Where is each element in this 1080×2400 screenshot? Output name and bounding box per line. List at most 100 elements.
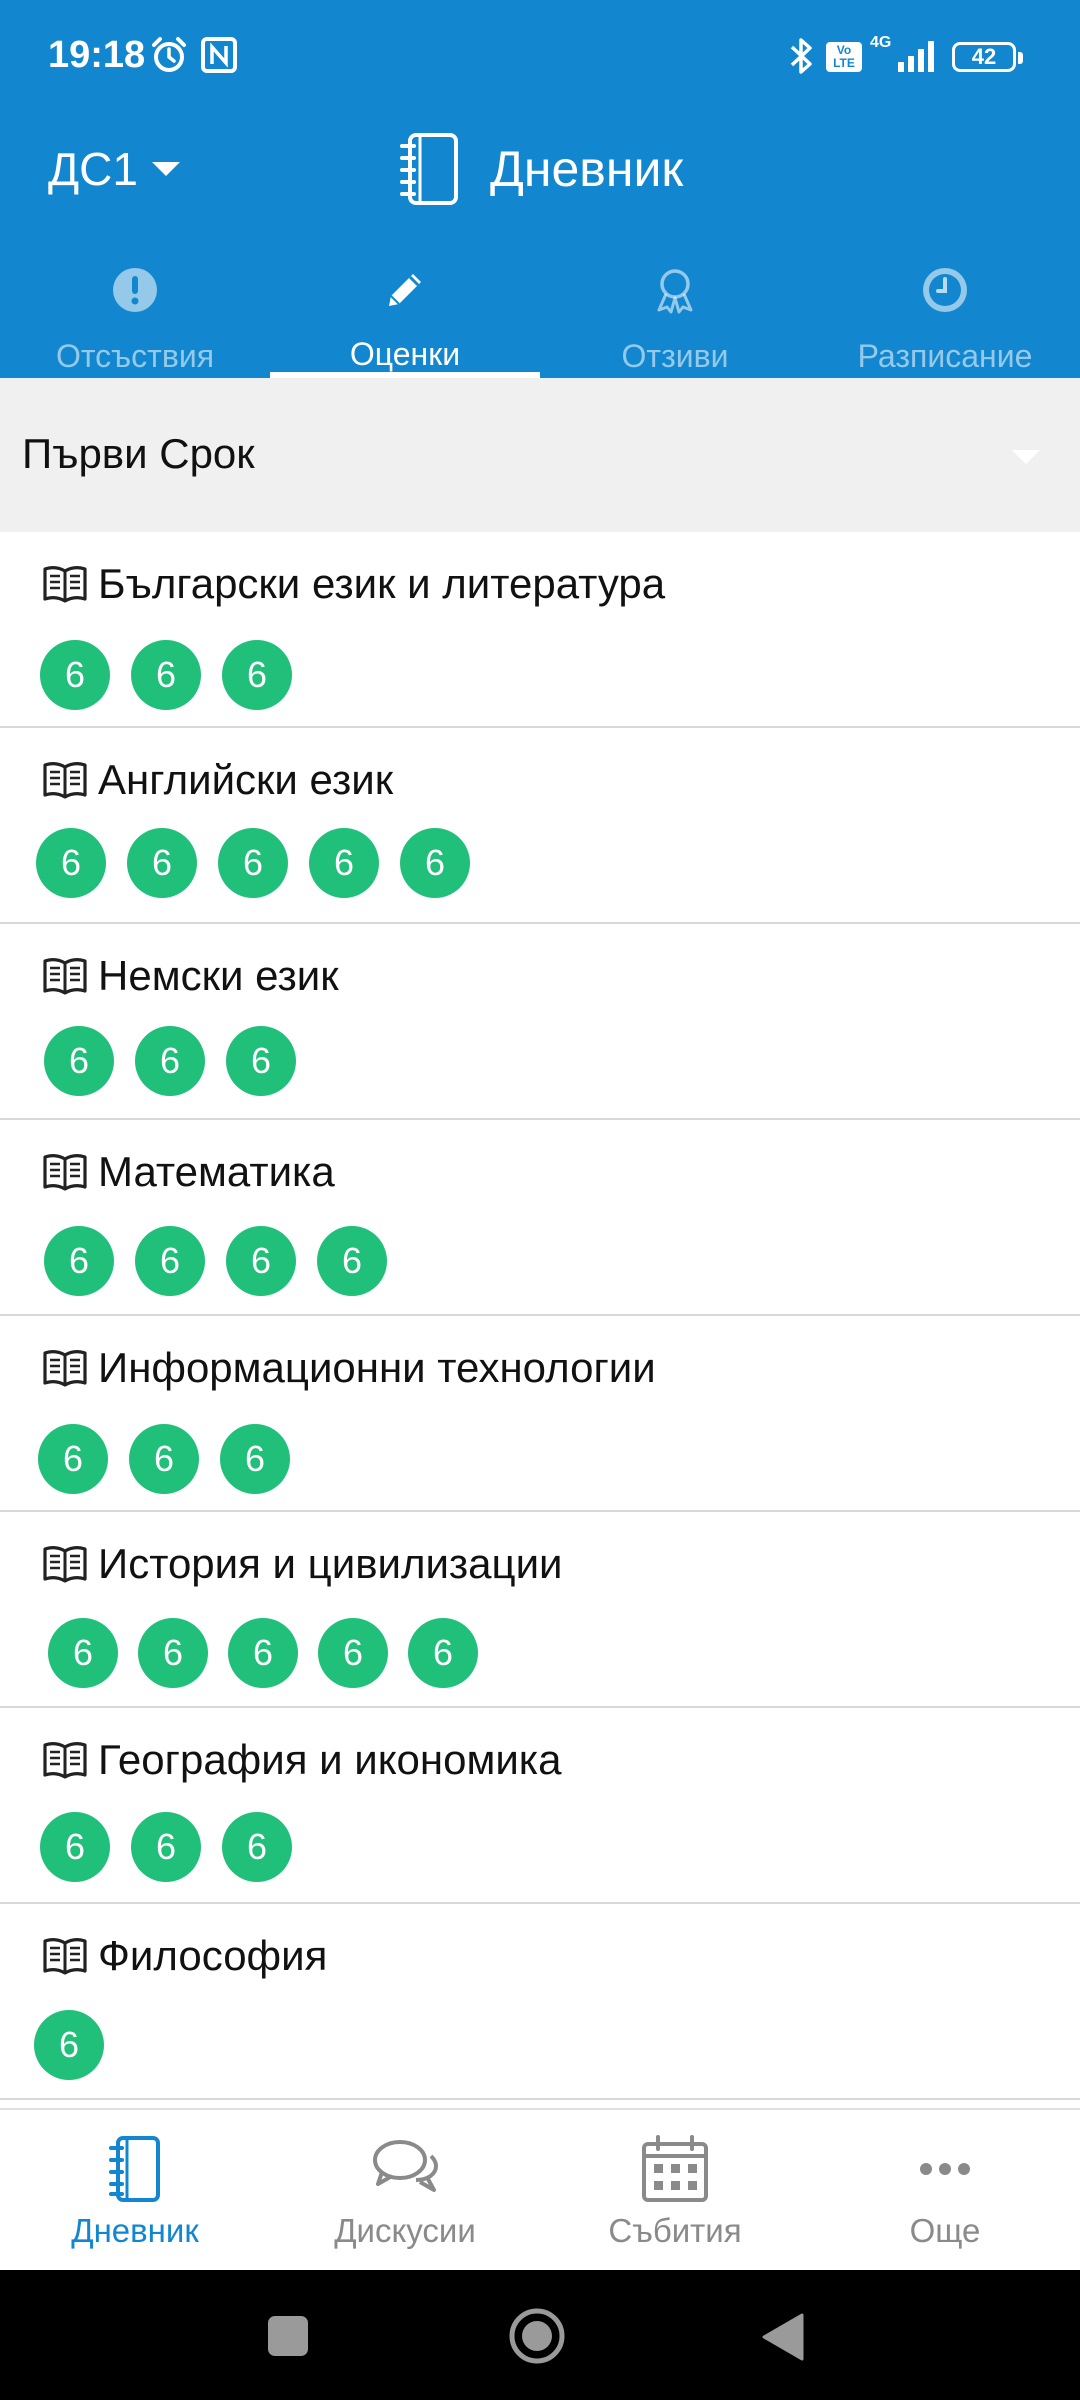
class-selector[interactable]: ДС1	[48, 142, 180, 196]
nav-discussions[interactable]: Дискусии	[270, 2110, 540, 2270]
tab-absences[interactable]: Отсъствия	[0, 262, 270, 378]
subject-row[interactable]: Математика 6 6 6 6	[0, 1120, 1080, 1316]
grade-list: 666	[0, 1026, 1080, 1096]
nav-label: Дискусии	[334, 2212, 476, 2249]
signal-icon	[898, 41, 934, 72]
grade-badge[interactable]: 6	[36, 828, 106, 898]
alarm-icon	[152, 37, 186, 72]
subject-name: Английски език	[98, 756, 394, 803]
tab-label: Оценки	[349, 336, 461, 372]
subject-header: Английски език	[42, 756, 393, 804]
calendar-icon	[642, 2135, 708, 2202]
grade-list: 666	[0, 1424, 1080, 1494]
grade-badge[interactable]: 6	[218, 828, 288, 898]
status-time: 19:18	[48, 34, 146, 76]
nav-events[interactable]: Събития	[540, 2110, 810, 2270]
caret-down-icon	[1012, 450, 1040, 464]
nav-more[interactable]: Още	[810, 2110, 1080, 2270]
grade-badge[interactable]: 6	[220, 1424, 290, 1494]
notebook-icon	[109, 2136, 160, 2202]
page-title: Дневник	[490, 141, 684, 197]
grade-badge[interactable]: 6	[135, 1226, 205, 1296]
grade-list: 666	[0, 640, 1080, 710]
term-selector[interactable]: Първи Срок	[0, 378, 1080, 532]
subject-row[interactable]: Немски език 6 6 6	[0, 924, 1080, 1120]
system-navigation-bar	[0, 2270, 1080, 2400]
grade-list: 6	[0, 2010, 1080, 2080]
grade-badge[interactable]: 6	[44, 1226, 114, 1296]
grade-badge[interactable]: 6	[226, 1026, 296, 1096]
tab-bar: Отсъствия Оценки Отзиви Разписание	[0, 262, 1080, 378]
grade-badge[interactable]: 6	[44, 1026, 114, 1096]
caret-down-icon	[151, 162, 180, 176]
grade-badge[interactable]: 6	[318, 1618, 388, 1688]
grade-badge[interactable]: 6	[408, 1618, 478, 1688]
grade-badge[interactable]: 6	[317, 1226, 387, 1296]
book-icon	[42, 1933, 88, 1979]
back-icon[interactable]	[760, 2312, 806, 2362]
subject-row[interactable]: Български език и литература 6 6 6	[0, 532, 1080, 728]
grade-badge[interactable]: 6	[129, 1424, 199, 1494]
recent-apps-icon[interactable]	[266, 2314, 310, 2358]
subject-name: Математика	[98, 1148, 335, 1195]
bottom-navigation: Дневник Дискусии Събития Още	[0, 2108, 1080, 2270]
pencil-icon	[389, 274, 421, 306]
nav-label: Дневник	[71, 2212, 199, 2249]
app-title-group: Дневник	[398, 132, 683, 206]
term-label: Първи Срок	[22, 430, 255, 477]
tab-label: Отсъствия	[55, 338, 215, 374]
book-icon	[42, 1737, 88, 1783]
grade-list: 6666	[0, 1226, 1080, 1296]
grade-badge[interactable]: 6	[135, 1026, 205, 1096]
subject-row[interactable]: Философия 6	[0, 1904, 1080, 2100]
grade-badge[interactable]: 6	[131, 1812, 201, 1882]
grade-badge[interactable]: 6	[226, 1226, 296, 1296]
subject-row[interactable]: Английски език 6 6 6 6 6	[0, 728, 1080, 924]
grade-badge[interactable]: 6	[40, 640, 110, 710]
grade-badge[interactable]: 6	[34, 2010, 104, 2080]
subject-header: История и цивилизации	[42, 1540, 563, 1588]
nfc-icon	[201, 37, 237, 73]
subject-name: История и цивилизации	[98, 1540, 563, 1587]
book-icon	[42, 1541, 88, 1587]
subject-header: Български език и литература	[42, 560, 665, 608]
subject-name: География и икономика	[98, 1736, 562, 1783]
subject-row[interactable]: История и цивилизации 6 6 6 6 6	[0, 1512, 1080, 1708]
tab-schedule[interactable]: Разписание	[810, 262, 1080, 378]
book-icon	[42, 1149, 88, 1195]
grade-list: 666	[0, 1812, 1080, 1882]
grade-badge[interactable]: 6	[127, 828, 197, 898]
subject-header: Информационни технологии	[42, 1344, 656, 1392]
tab-feedback[interactable]: Отзиви	[540, 262, 810, 378]
subject-header: География и икономика	[42, 1736, 561, 1784]
subject-name: Философия	[98, 1932, 328, 1979]
exclamation-icon	[113, 268, 157, 312]
grade-badge[interactable]: 6	[40, 1812, 110, 1882]
grade-badge[interactable]: 6	[138, 1618, 208, 1688]
subject-name: Информационни технологии	[98, 1344, 656, 1391]
grade-badge[interactable]: 6	[131, 640, 201, 710]
grade-badge[interactable]: 6	[38, 1424, 108, 1494]
ribbon-award-icon	[657, 269, 693, 314]
tab-grades[interactable]: Оценки	[270, 262, 540, 378]
bluetooth-icon	[790, 38, 812, 74]
subject-header: Философия	[42, 1932, 327, 1980]
grade-badge[interactable]: 6	[48, 1618, 118, 1688]
grade-badge[interactable]: 6	[309, 828, 379, 898]
battery-indicator: 42	[952, 42, 1023, 72]
tab-label: Разписание	[857, 338, 1033, 374]
book-icon	[42, 757, 88, 803]
grade-badge[interactable]: 6	[222, 640, 292, 710]
subject-name: Български език и литература	[98, 560, 666, 607]
subject-row[interactable]: География и икономика 6 6 6	[0, 1708, 1080, 1904]
home-icon[interactable]	[508, 2307, 566, 2365]
clock-icon	[923, 268, 967, 312]
grade-badge[interactable]: 6	[400, 828, 470, 898]
subject-row[interactable]: Информационни технологии 6 6 6	[0, 1316, 1080, 1512]
grade-badge[interactable]: 6	[228, 1618, 298, 1688]
more-dots-icon	[920, 2163, 970, 2175]
grade-badge[interactable]: 6	[222, 1812, 292, 1882]
nav-diary[interactable]: Дневник	[0, 2110, 270, 2270]
chat-bubbles-icon	[373, 2140, 439, 2192]
status-bar: 19:18 Vo LTE 4G 42	[0, 0, 1080, 110]
